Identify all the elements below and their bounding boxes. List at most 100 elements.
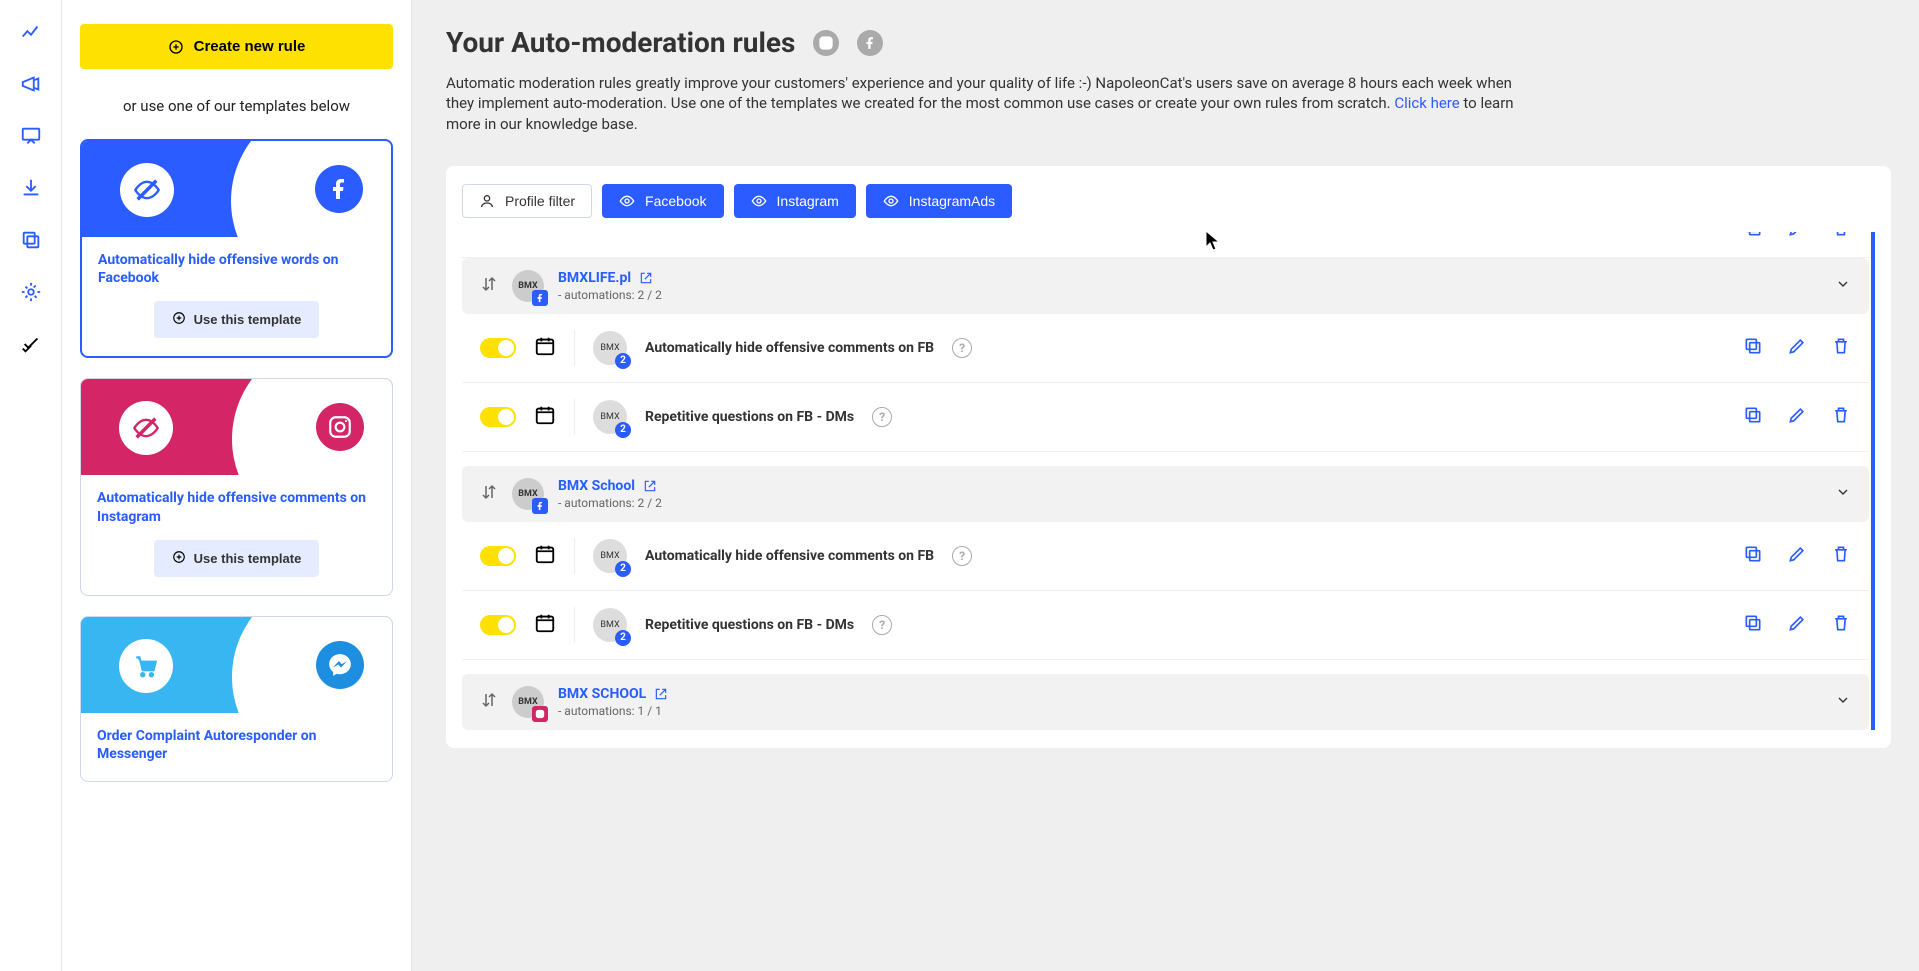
facebook-badge-icon xyxy=(532,498,548,514)
presentation-icon[interactable] xyxy=(19,124,43,148)
duplicate-icon[interactable] xyxy=(1743,613,1763,637)
page-title: Your Auto-moderation rules xyxy=(446,26,795,59)
facebook-filter-button[interactable]: Facebook xyxy=(602,184,723,218)
template-body: Order Complaint Autoresponder on Messeng… xyxy=(81,713,392,781)
analytics-icon[interactable] xyxy=(19,20,43,44)
rule-count-badge: 2 xyxy=(615,561,631,577)
calendar-icon[interactable] xyxy=(534,335,556,361)
create-rule-button[interactable]: Create new rule xyxy=(80,24,393,69)
rules-scroll: BMX BMXLIFE.pl - automations: 2 / 2 BMX2 Au… xyxy=(462,232,1875,730)
rule-count-badge: 2 xyxy=(615,630,631,646)
calendar-icon[interactable] xyxy=(534,543,556,569)
delete-icon[interactable] xyxy=(1831,405,1851,429)
rule-toggle[interactable] xyxy=(480,615,516,635)
instagram-filter-button[interactable]: Instagram xyxy=(734,184,856,218)
help-icon[interactable]: ? xyxy=(952,546,972,566)
group-automation-count: - automations: 2 / 2 xyxy=(558,496,1821,510)
row-actions xyxy=(1743,336,1851,360)
help-icon[interactable]: ? xyxy=(872,407,892,427)
group-header[interactable]: BMXBMXLIFE.pl - automations: 2 / 2 xyxy=(462,258,1869,314)
rule-avatar: BMX2 xyxy=(593,400,627,434)
rule-name: Repetitive questions on FB - DMs xyxy=(645,617,854,633)
template-card-instagram[interactable]: Automatically hide offensive comments on… xyxy=(80,378,393,595)
edit-icon[interactable] xyxy=(1787,232,1807,242)
template-card-messenger[interactable]: Order Complaint Autoresponder on Messeng… xyxy=(80,616,393,782)
use-template-button[interactable]: Use this template xyxy=(154,540,320,577)
sort-icon[interactable] xyxy=(480,483,498,505)
help-icon[interactable]: ? xyxy=(872,615,892,635)
rule-row: BMX2 Automatically hide offensive comment… xyxy=(462,314,1869,383)
rule-toggle[interactable] xyxy=(480,338,516,358)
edit-icon[interactable] xyxy=(1787,613,1807,637)
hide-icon xyxy=(119,401,173,455)
profile-avatar: BMX xyxy=(512,270,544,302)
divider xyxy=(574,607,575,643)
duplicate-icon[interactable] xyxy=(1743,336,1763,360)
group-header[interactable]: BMXBMX School - automations: 2 / 2 xyxy=(462,466,1869,522)
settings-gear-icon[interactable] xyxy=(19,280,43,304)
plus-circle-icon xyxy=(172,550,186,567)
template-hero xyxy=(81,379,392,475)
delete-icon[interactable] xyxy=(1831,613,1851,637)
instagram-icon xyxy=(813,30,839,56)
profile-filter-button[interactable]: Profile filter xyxy=(462,184,592,218)
partial-rule-row xyxy=(462,232,1869,258)
template-body: Automatically hide offensive words on Fa… xyxy=(82,237,391,356)
intro-link[interactable]: Click here xyxy=(1394,94,1459,112)
group-name[interactable]: BMX School xyxy=(558,478,1821,494)
edit-icon[interactable] xyxy=(1787,405,1807,429)
rule-count-badge: 2 xyxy=(615,422,631,438)
delete-icon[interactable] xyxy=(1831,336,1851,360)
duplicate-icon[interactable] xyxy=(1743,405,1763,429)
group-info: BMX SCHOOL - automations: 1 / 1 xyxy=(558,686,1821,718)
template-hero xyxy=(81,617,392,713)
template-body: Automatically hide offensive comments on… xyxy=(81,475,392,594)
automation-icon[interactable] xyxy=(19,332,43,356)
edit-icon[interactable] xyxy=(1787,336,1807,360)
rule-toggle[interactable] xyxy=(480,407,516,427)
instagram-ads-filter-button[interactable]: InstagramAds xyxy=(866,184,1012,218)
rule-avatar: BMX2 xyxy=(593,331,627,365)
sort-icon[interactable] xyxy=(480,275,498,297)
download-icon[interactable] xyxy=(19,176,43,200)
edit-icon[interactable] xyxy=(1787,544,1807,568)
rule-toggle[interactable] xyxy=(480,546,516,566)
use-template-button[interactable]: Use this template xyxy=(154,301,320,338)
delete-icon[interactable] xyxy=(1831,544,1851,568)
external-link-icon[interactable] xyxy=(639,271,653,285)
template-title: Automatically hide offensive comments on… xyxy=(97,489,376,525)
delete-icon[interactable] xyxy=(1831,232,1851,242)
group-name[interactable]: BMXLIFE.pl xyxy=(558,270,1821,286)
rule-avatar: BMX2 xyxy=(593,539,627,573)
external-link-icon[interactable] xyxy=(643,479,657,493)
use-template-label: Use this template xyxy=(194,551,302,566)
group-header[interactable]: BMXBMX SCHOOL - automations: 1 / 1 xyxy=(462,674,1869,730)
template-title: Automatically hide offensive words on Fa… xyxy=(98,251,375,287)
rule-row: BMX2 Repetitive questions on FB - DMs? xyxy=(462,383,1869,452)
template-card-facebook[interactable]: Automatically hide offensive words on Fa… xyxy=(80,139,393,358)
duplicate-icon[interactable] xyxy=(1743,544,1763,568)
rule-name: Automatically hide offensive comments on… xyxy=(645,340,934,356)
copy-icon[interactable] xyxy=(19,228,43,252)
chevron-down-icon[interactable] xyxy=(1835,276,1851,296)
external-link-icon[interactable] xyxy=(654,687,668,701)
chevron-down-icon[interactable] xyxy=(1835,692,1851,712)
messenger-icon xyxy=(316,641,364,689)
instagram-icon xyxy=(316,403,364,451)
row-actions xyxy=(1743,613,1851,637)
rule-name: Automatically hide offensive comments on… xyxy=(645,548,934,564)
sort-icon[interactable] xyxy=(480,691,498,713)
calendar-icon[interactable] xyxy=(534,612,556,638)
rule-name: Repetitive questions on FB - DMs xyxy=(645,409,854,425)
intro-prefix: Automatic moderation rules greatly impro… xyxy=(446,74,1512,112)
group-name[interactable]: BMX SCHOOL xyxy=(558,686,1821,702)
plus-circle-icon xyxy=(172,311,186,328)
rule-count-badge: 2 xyxy=(615,353,631,369)
page-title-row: Your Auto-moderation rules xyxy=(446,26,1891,59)
chevron-down-icon[interactable] xyxy=(1835,484,1851,504)
duplicate-icon[interactable] xyxy=(1743,232,1763,242)
filter-row: Profile filter Facebook Instagram Instag… xyxy=(462,184,1875,218)
calendar-icon[interactable] xyxy=(534,404,556,430)
help-icon[interactable]: ? xyxy=(952,338,972,358)
megaphone-icon[interactable] xyxy=(19,72,43,96)
